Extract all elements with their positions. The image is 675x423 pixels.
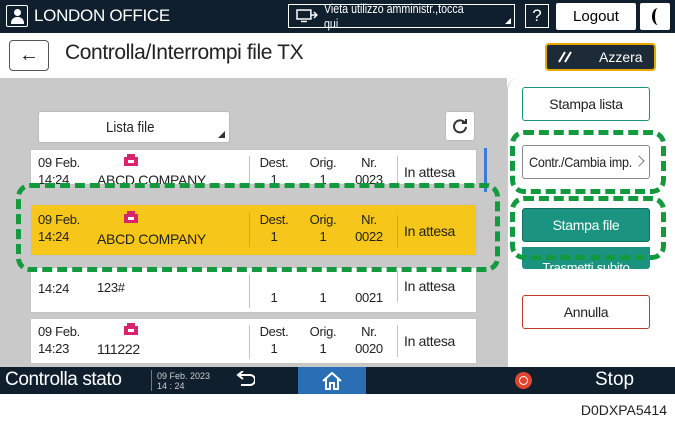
row-file-number: Nr. 0020 [355, 324, 383, 356]
admin-lock-button[interactable]: Vieta utilizzo amministr.,tocca qui [288, 1, 515, 31]
row-date: 09 Feb. 14:23 [38, 324, 80, 356]
help-button[interactable]: ? [525, 4, 549, 28]
row-date: 09 Feb. 14:24 [38, 155, 80, 185]
print-list-label: Stampa lista [549, 96, 623, 112]
row-orig-count: Orig. 1 [309, 324, 337, 356]
check-status-button[interactable]: Controlla stato [5, 369, 122, 391]
fax-icon [124, 154, 138, 166]
table-row[interactable]: 14:24 123# 1 1 0021 In attesa [30, 267, 477, 313]
date-time-display: 09 Feb. 2023 14 : 24 [151, 370, 226, 391]
row-file-number: Nr. 0022 [355, 212, 383, 244]
stop-label: Stop [595, 369, 635, 390]
logout-button[interactable]: Logout [556, 3, 636, 30]
row-dest-count: Dest. 1 [259, 324, 289, 356]
row-destination-name: 123# [97, 280, 125, 295]
stop-button[interactable]: Stop [507, 367, 675, 394]
undo-icon[interactable] [235, 371, 255, 389]
row-file-number: Nr. 0023 [355, 155, 383, 185]
dropdown-corner-icon [218, 131, 225, 138]
row-orig-count: Orig. 1 [309, 155, 337, 185]
user-name: LONDON OFFICE [34, 6, 170, 25]
file-list-dropdown-label: Lista file [106, 118, 155, 136]
corner-triangle-icon [505, 18, 511, 24]
print-file-label: Stampa file [552, 217, 620, 233]
send-now-label: Trasmetti subito [542, 260, 630, 269]
check-change-settings-button[interactable]: Contr./Cambia imp. [522, 145, 650, 179]
row-orig-count: Orig. 1 [309, 212, 337, 244]
admin-monitor-icon [296, 9, 318, 23]
table-row[interactable]: 09 Feb. 14:23 111222 Dest. 1 Orig. 1 Nr. 002… [30, 318, 477, 364]
cancel-label: Annulla [563, 304, 609, 320]
user-icon [6, 5, 28, 27]
row-orig-count: 1 [319, 290, 327, 305]
row-status: In attesa [397, 215, 455, 247]
chevron-right-icon [633, 155, 645, 167]
energy-saver-button[interactable] [640, 3, 670, 30]
row-dest-count: Dest. 1 [259, 212, 289, 244]
row-date: 14:24 [38, 281, 70, 296]
row-dest-count: 1 [270, 290, 278, 305]
row-destination-name: ABCD COMPANY [97, 231, 206, 247]
reset-label: Azzera [599, 49, 643, 65]
refresh-icon [453, 119, 467, 134]
date-text: 09 Feb. 2023 [157, 371, 211, 381]
row-date: 09 Feb. 14:24 [38, 212, 80, 244]
home-button[interactable] [298, 367, 366, 394]
row-destination-name: ABCD COMPANY [97, 172, 206, 185]
row-status: In attesa [397, 156, 455, 184]
row-dest-count: Dest. 1 [259, 155, 289, 185]
logout-label: Logout [573, 8, 619, 25]
list-scrollbar[interactable] [484, 148, 487, 192]
reset-icon [558, 51, 572, 63]
print-list-button[interactable]: Stampa lista [522, 87, 650, 121]
fax-icon [124, 211, 138, 223]
stop-icon [515, 372, 532, 389]
print-file-button[interactable]: Stampa file [522, 208, 650, 242]
page-title: Controlla/Interrompi file TX [65, 41, 304, 64]
table-row-selected[interactable]: 09 Feb. 14:24 ABCD COMPANY Dest. 1 Orig. 1 … [30, 204, 477, 256]
send-now-button[interactable]: Trasmetti subito [522, 247, 650, 269]
screen-header: ← Controlla/Interrompi file TX Azzera [0, 33, 675, 78]
reset-button[interactable]: Azzera [545, 43, 656, 71]
row-file-number: 0021 [355, 290, 383, 305]
user-indicator[interactable]: LONDON OFFICE [6, 3, 170, 29]
figure-code: D0DXPA5414 [580, 402, 667, 418]
file-list-dropdown[interactable]: Lista file [38, 111, 230, 143]
refresh-button[interactable] [445, 111, 475, 141]
fax-icon [124, 323, 138, 335]
back-arrow-icon: ← [19, 44, 39, 66]
row-destination-name: 111222 [97, 341, 140, 357]
check-change-label: Contr./Cambia imp. [529, 154, 632, 170]
cancel-button[interactable]: Annulla [522, 295, 650, 329]
row-status: In attesa [397, 270, 455, 302]
row-status: In attesa [397, 325, 455, 357]
table-row[interactable]: 09 Feb. 14:24 ABCD COMPANY Dest. 1 Orig. 1 … [30, 149, 477, 185]
bottom-system-bar: Controlla stato 09 Feb. 2023 14 : 24 Sto… [0, 367, 675, 394]
home-icon [322, 371, 342, 390]
time-text: 14 : 24 [157, 381, 185, 391]
moon-icon [652, 8, 664, 25]
top-status-bar: LONDON OFFICE Vieta utilizzo amministr.,… [0, 0, 675, 33]
admin-notice-text: Vieta utilizzo amministr.,tocca qui [323, 1, 464, 31]
back-button[interactable]: ← [9, 40, 49, 71]
